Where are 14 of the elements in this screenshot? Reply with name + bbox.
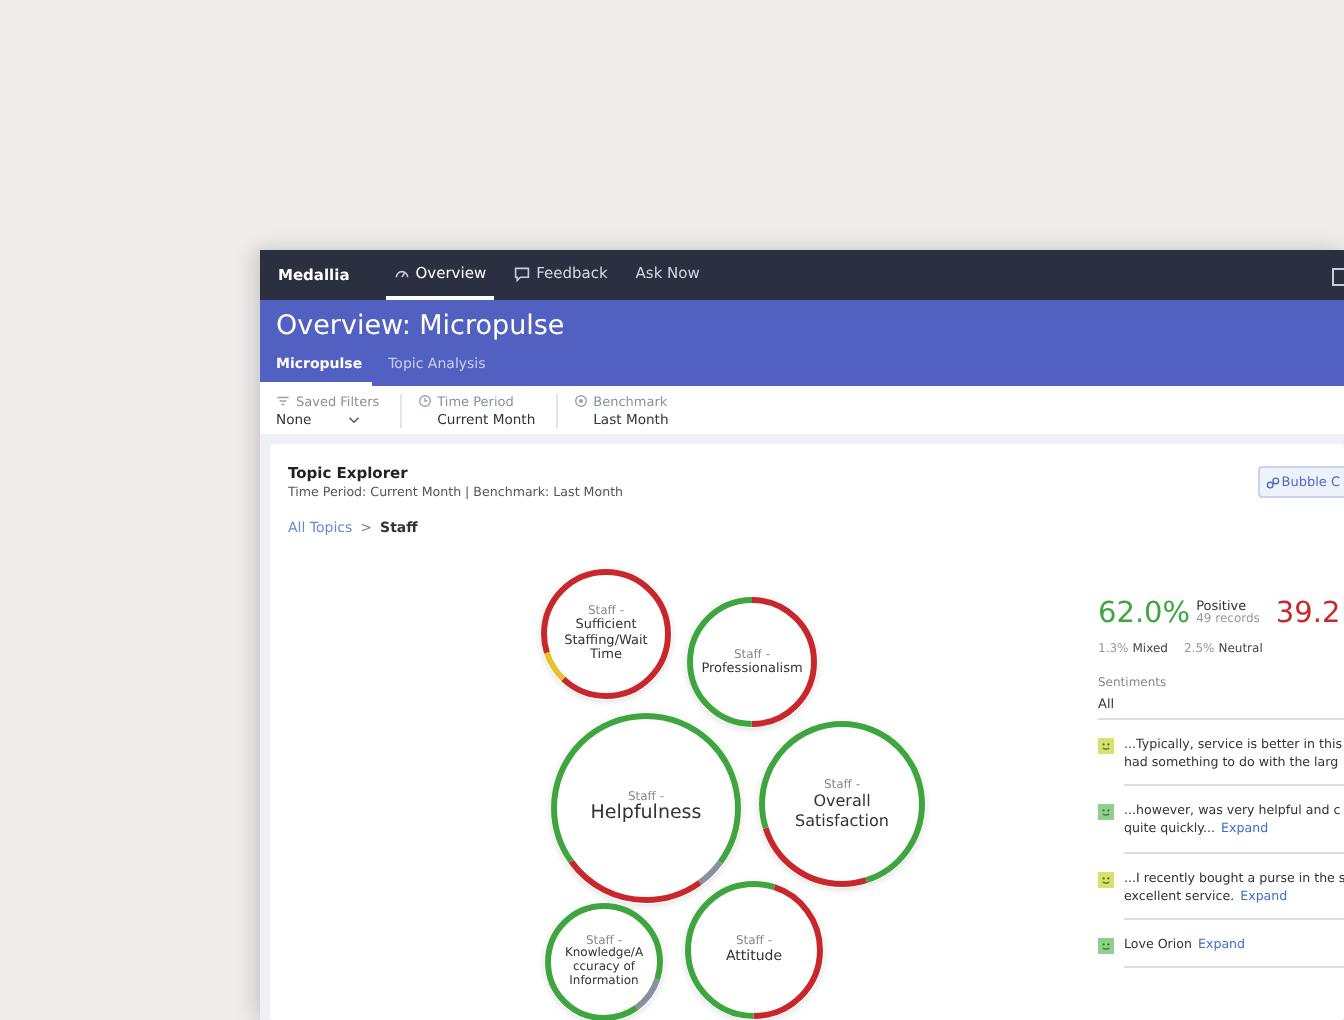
bubble-topic: Overall Satisfaction (793, 792, 891, 830)
target-icon (573, 394, 588, 408)
caret-icon[interactable] (347, 415, 360, 423)
lines-icon (276, 394, 290, 408)
bubbles-icon (1265, 475, 1280, 489)
speech-bubble-icon (514, 265, 531, 281)
ring-drawing (540, 568, 672, 700)
gauge-icon (393, 265, 410, 281)
bubble-topic: Helpfulness (590, 804, 702, 826)
clock-icon (417, 394, 432, 408)
page-title: Overview: Micropulse (274, 308, 567, 342)
negative-percent: 39.2 (1275, 598, 1341, 630)
ring-drawing (684, 880, 824, 1020)
positive-percent: 62.0% (1098, 598, 1191, 630)
